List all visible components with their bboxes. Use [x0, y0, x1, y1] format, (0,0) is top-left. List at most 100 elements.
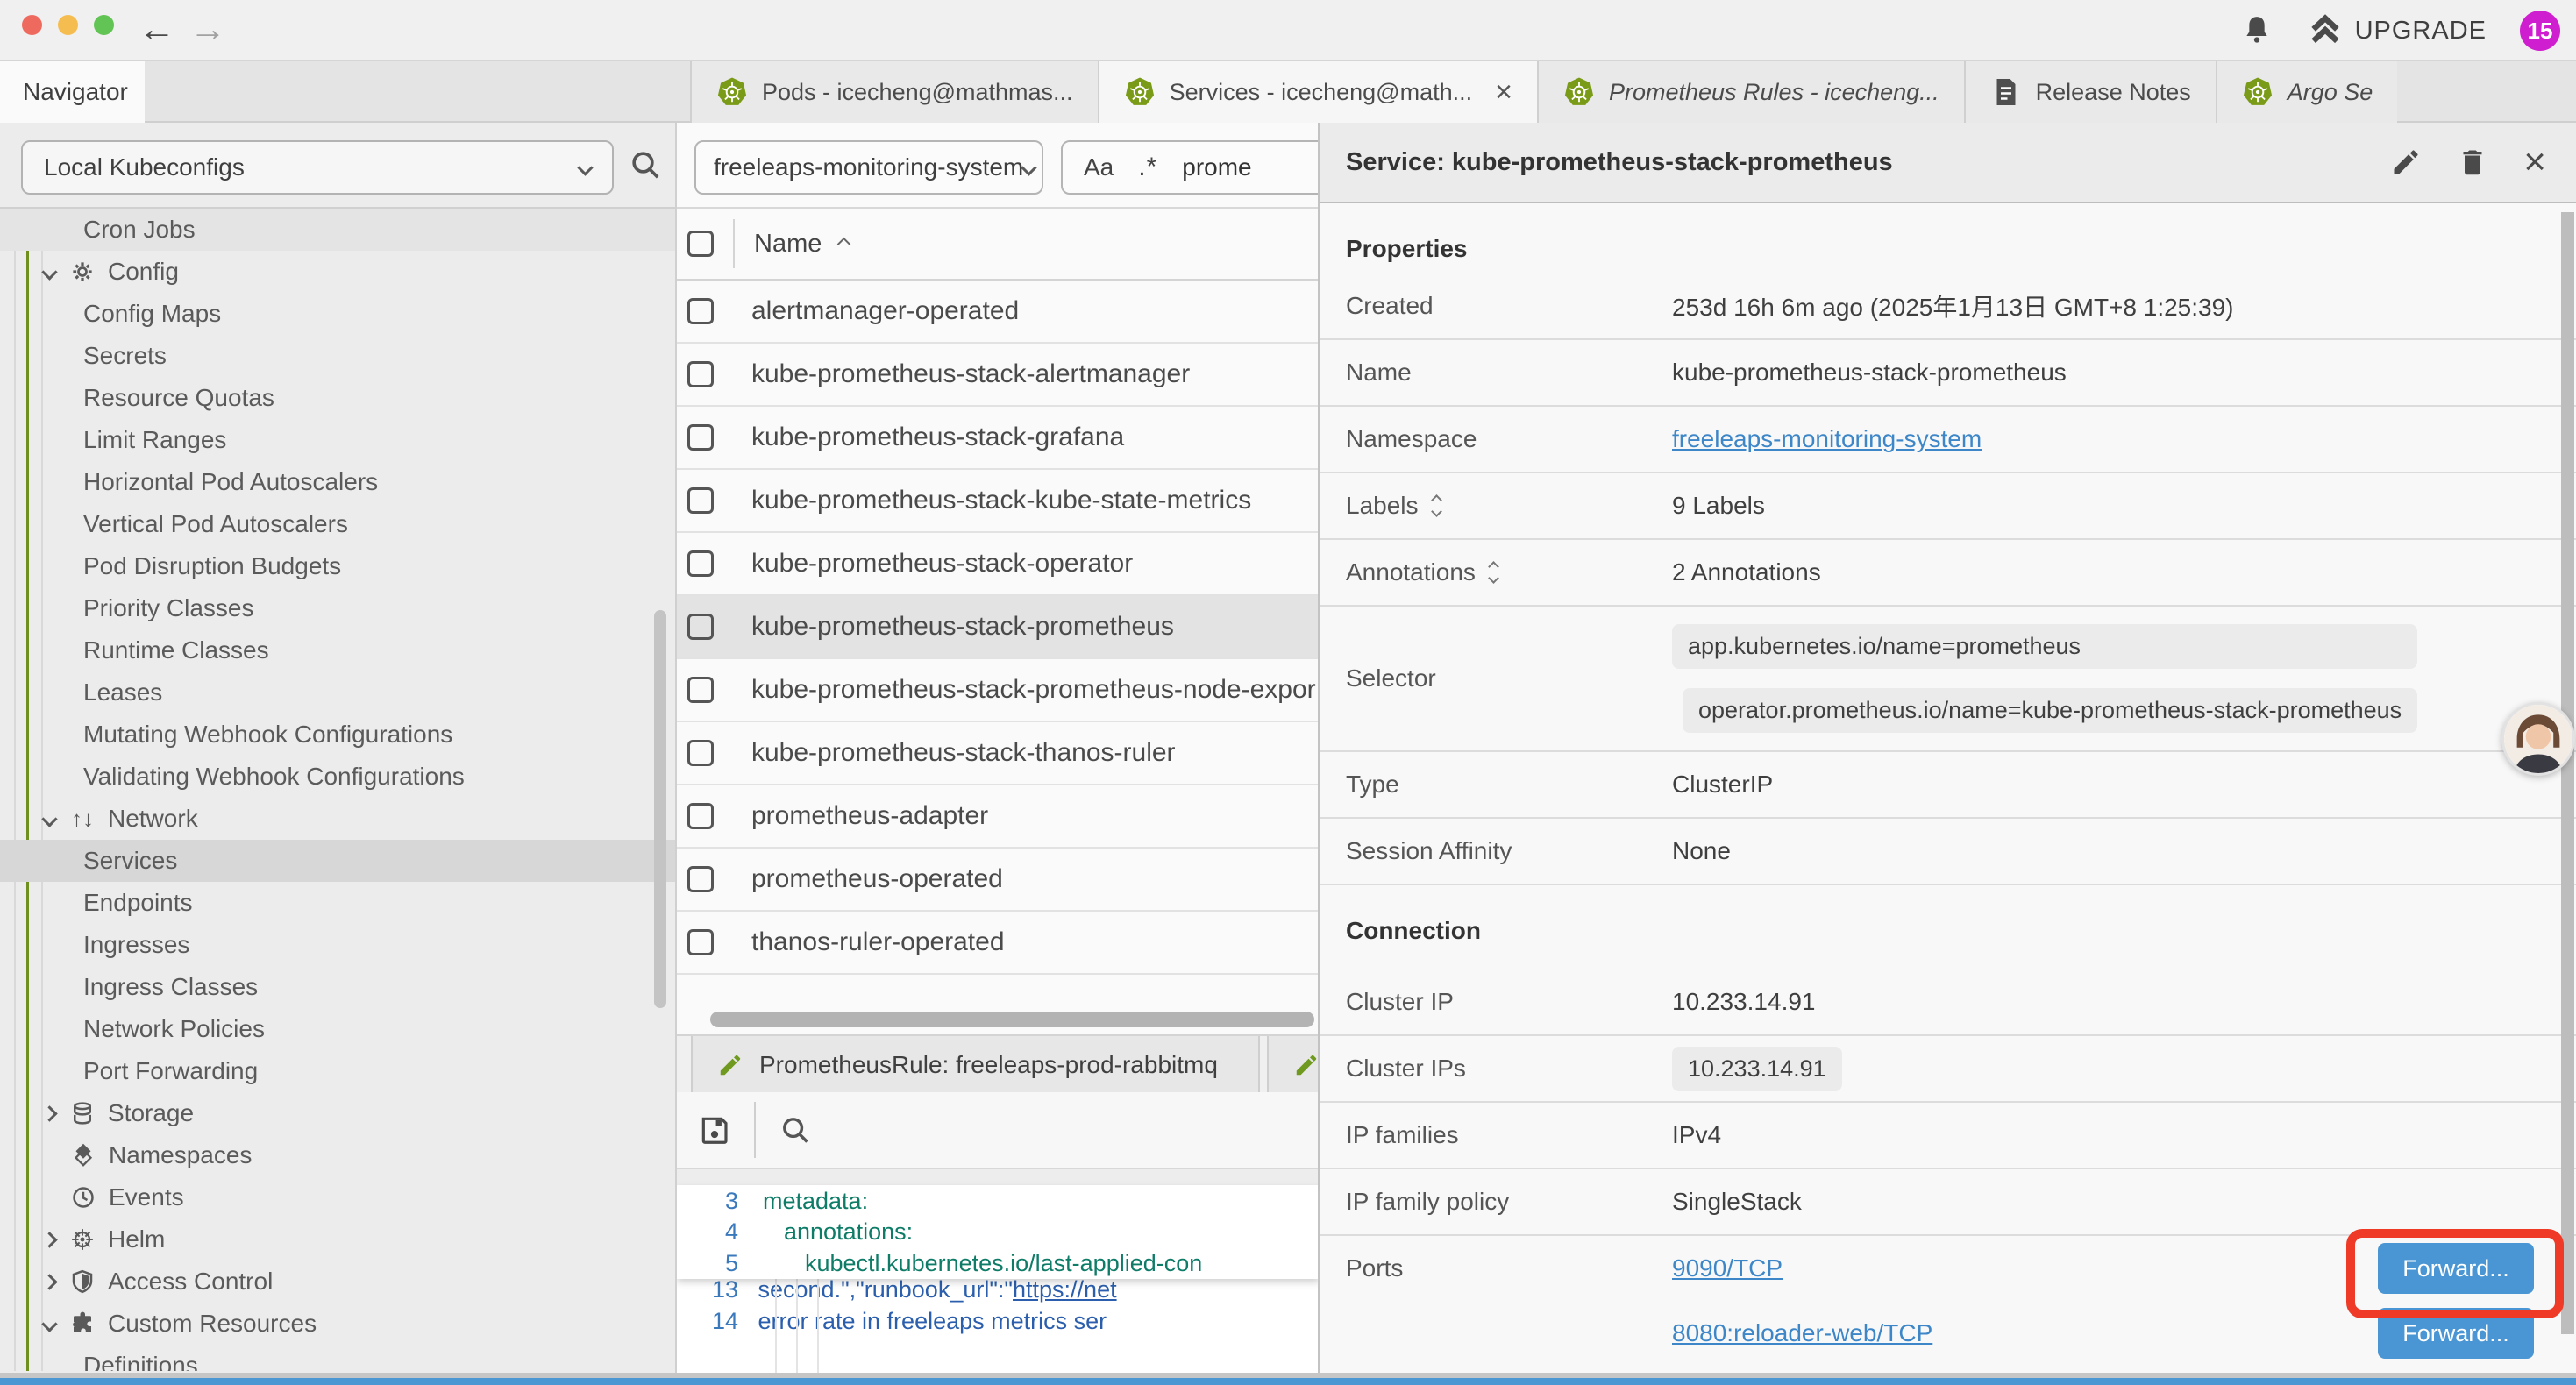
namespace-filter[interactable]: freeleaps-monitoring-system [694, 140, 1043, 195]
table-row-kube-prometheus-stack-grafana[interactable]: kube-prometheus-stack-grafana [677, 407, 1318, 470]
table-row-prometheus-operated[interactable]: prometheus-operated [677, 849, 1318, 912]
user-avatar[interactable] [2501, 702, 2575, 776]
sidebar-item-pod-disruption-budgets[interactable]: Pod Disruption Budgets [0, 545, 675, 587]
app-window: ← → UPGRADE 15 Navigator Pods - icecheng… [0, 0, 2576, 1385]
table-row-thanos-ruler-operated[interactable]: thanos-ruler-operated [677, 912, 1318, 975]
sidebar-item-namespaces[interactable]: Namespaces [0, 1134, 675, 1176]
port-link[interactable]: 9090/TCP [1672, 1254, 1783, 1282]
row-checkbox[interactable] [687, 677, 714, 703]
row-checkbox[interactable] [687, 866, 714, 892]
tab-pods-icecheng-mathmas[interactable]: Pods - icecheng@mathmas... [690, 61, 1098, 123]
back-button[interactable]: ← [139, 6, 175, 52]
line-number: 4 [677, 1218, 738, 1246]
table-row-prometheus-adapter[interactable]: prometheus-adapter [677, 785, 1318, 849]
sidebar-item-ingress-classes[interactable]: Ingress Classes [0, 966, 675, 1008]
row-checkbox[interactable] [687, 929, 714, 955]
row-checkbox[interactable] [687, 424, 714, 451]
sidebar-item-leases[interactable]: Leases [0, 671, 675, 714]
notifications-bell-icon[interactable] [2239, 13, 2274, 48]
sidebar-item-network-policies[interactable]: Network Policies [0, 1008, 675, 1050]
sidebar-item-ingresses[interactable]: Ingresses [0, 924, 675, 966]
sidebar-item-definitions[interactable]: Definitions [0, 1345, 675, 1371]
sidebar-item-validating-webhook-configurations[interactable]: Validating Webhook Configurations [0, 756, 675, 798]
sidebar-item-config-maps[interactable]: Config Maps [0, 293, 675, 335]
expand-toggle-icon[interactable] [1433, 496, 1441, 515]
sidebar-item-cron-jobs[interactable]: Cron Jobs [0, 209, 675, 251]
tab-services-icecheng-math[interactable]: Services - icecheng@math...× [1098, 61, 1537, 123]
service-name: kube-prometheus-stack-prometheus-node-ex… [751, 675, 1316, 705]
sidebar-scrollbar[interactable] [654, 610, 666, 1008]
sidebar-item-config[interactable]: Config [0, 251, 675, 293]
detail-scrollbar[interactable] [2561, 212, 2574, 1334]
table-row-kube-prometheus-stack-prometheus[interactable]: kube-prometheus-stack-prometheus [677, 596, 1318, 659]
sidebar-item-port-forwarding[interactable]: Port Forwarding [0, 1050, 675, 1092]
editor-tab-partial[interactable] [1267, 1036, 1318, 1094]
row-checkbox[interactable] [687, 803, 714, 829]
table-row-kube-prometheus-stack-prometheus-node-expor[interactable]: kube-prometheus-stack-prometheus-node-ex… [677, 659, 1318, 722]
sidebar-item-services[interactable]: Services [0, 840, 675, 882]
horizontal-scrollbar[interactable] [710, 1012, 1314, 1027]
table-row-kube-prometheus-stack-alertmanager[interactable]: kube-prometheus-stack-alertmanager [677, 344, 1318, 407]
row-checkbox[interactable] [687, 298, 714, 324]
sidebar-item-secrets[interactable]: Secrets [0, 335, 675, 377]
table-row-kube-prometheus-stack-kube-state-metrics[interactable]: kube-prometheus-stack-kube-state-metrics [677, 470, 1318, 533]
sidebar-item-mutating-webhook-configurations[interactable]: Mutating Webhook Configurations [0, 714, 675, 756]
sidebar-item-helm[interactable]: Helm [0, 1218, 675, 1261]
sidebar-item-network[interactable]: ↑↓Network [0, 798, 675, 840]
sidebar-search-icon[interactable] [628, 147, 663, 182]
navigator-pane-tab[interactable]: Navigator [0, 61, 145, 123]
tab-prometheus-rules-icecheng[interactable]: Prometheus Rules - icecheng... [1537, 61, 1964, 123]
name-column-header[interactable]: Name [754, 230, 849, 259]
runbook-url-link[interactable]: https://net [1013, 1276, 1117, 1303]
editor-tab-prometheusrule[interactable]: PrometheusRule: freeleaps-prod-rabbitmq [691, 1036, 1260, 1094]
upgrade-button[interactable]: UPGRADE [2308, 13, 2487, 48]
sidebar-item-storage[interactable]: Storage [0, 1092, 675, 1134]
forward-button[interactable]: → [189, 6, 226, 52]
minimize-window-button[interactable] [58, 15, 78, 35]
delete-trash-icon[interactable] [2457, 146, 2488, 178]
table-row-kube-prometheus-stack-thanos-ruler[interactable]: kube-prometheus-stack-thanos-ruler [677, 722, 1318, 785]
sidebar-item-horizontal-pod-autoscalers[interactable]: Horizontal Pod Autoscalers [0, 461, 675, 503]
row-checkbox[interactable] [687, 487, 714, 514]
sidebar-item-label: Config Maps [83, 300, 221, 328]
sidebar-item-vertical-pod-autoscalers[interactable]: Vertical Pod Autoscalers [0, 503, 675, 545]
close-tab-icon[interactable]: × [1495, 75, 1512, 110]
chevron-down-icon [577, 160, 593, 175]
table-row-kube-prometheus-stack-operator[interactable]: kube-prometheus-stack-operator [677, 533, 1318, 596]
sidebar-item-access-control[interactable]: Access Control [0, 1261, 675, 1303]
edit-pencil-icon[interactable] [2390, 146, 2422, 178]
kubeconfig-selector[interactable]: Local Kubeconfigs [21, 140, 614, 195]
port-link[interactable]: 8080:reloader-web/TCP [1672, 1319, 1932, 1347]
row-checkbox[interactable] [687, 614, 714, 640]
sidebar-item-limit-ranges[interactable]: Limit Ranges [0, 419, 675, 461]
expand-toggle-icon[interactable] [1490, 563, 1498, 582]
select-all-checkbox[interactable] [687, 231, 714, 257]
tab-release-notes[interactable]: Release Notes [1964, 61, 2216, 123]
editor-search-icon[interactable] [779, 1113, 812, 1147]
sidebar-item-runtime-classes[interactable]: Runtime Classes [0, 629, 675, 671]
property-label: Cluster IPs [1320, 1055, 1672, 1083]
save-icon[interactable] [698, 1113, 731, 1147]
close-window-button[interactable] [22, 15, 42, 35]
notification-count-badge[interactable]: 15 [2520, 11, 2560, 51]
search-input[interactable]: Aa .* prome [1061, 140, 1318, 195]
property-label-text: Selector [1346, 664, 1436, 692]
sidebar-item-events[interactable]: Events [0, 1176, 675, 1218]
sidebar-item-resource-quotas[interactable]: Resource Quotas [0, 377, 675, 419]
sidebar-item-priority-classes[interactable]: Priority Classes [0, 587, 675, 629]
yaml-editor[interactable]: 0","for":"4m","labels":{"service":"12 Me… [677, 1185, 1318, 1373]
row-checkbox[interactable] [687, 740, 714, 766]
property-label: Name [1320, 359, 1672, 387]
sidebar-item-custom-resources[interactable]: Custom Resources [0, 1303, 675, 1345]
match-case-toggle[interactable]: Aa [1084, 153, 1114, 181]
tab-argo-se[interactable]: Argo Se [2216, 61, 2398, 123]
regex-toggle[interactable]: .* [1138, 153, 1157, 182]
row-checkbox[interactable] [687, 550, 714, 577]
table-row-alertmanager-operated[interactable]: alertmanager-operated [677, 281, 1318, 344]
row-checkbox[interactable] [687, 361, 714, 387]
property-row-namespace: Namespacefreeleaps-monitoring-system [1320, 407, 2576, 473]
namespace-link[interactable]: freeleaps-monitoring-system [1672, 425, 1982, 453]
close-icon[interactable]: × [2523, 146, 2546, 178]
sidebar-item-endpoints[interactable]: Endpoints [0, 882, 675, 924]
zoom-window-button[interactable] [94, 15, 114, 35]
